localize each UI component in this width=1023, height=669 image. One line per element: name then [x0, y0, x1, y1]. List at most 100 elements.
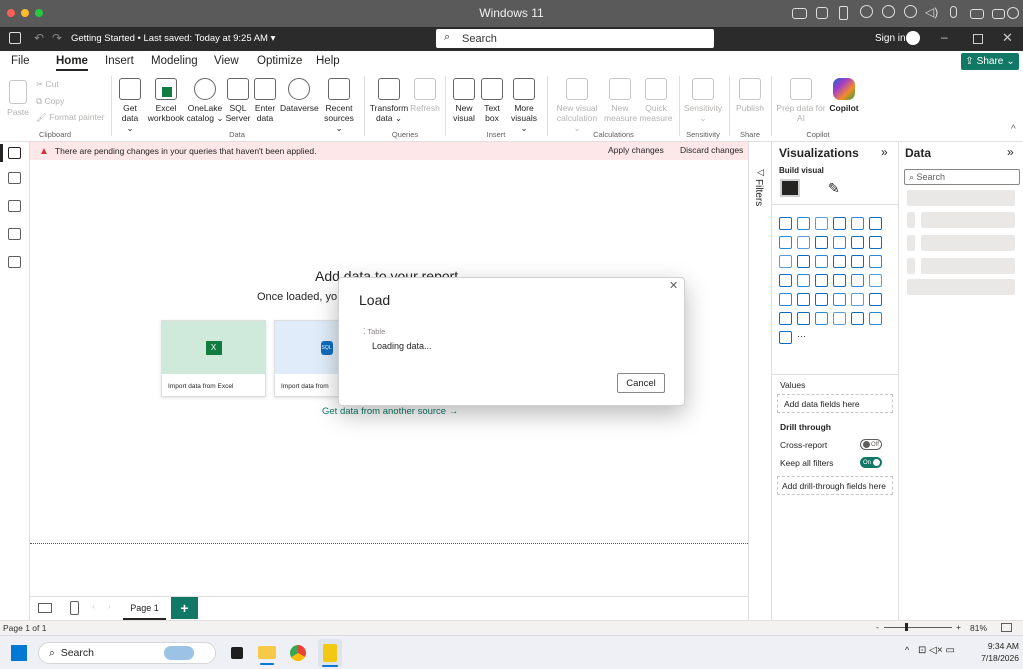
onelake-catalog-button[interactable]: OneLake catalog ⌄ [186, 78, 224, 123]
keyboard-icon[interactable] [792, 8, 807, 19]
visual-type-icon[interactable] [779, 274, 792, 287]
data-search-input[interactable]: ⌕ Search [904, 169, 1020, 185]
network-icon[interactable] [882, 5, 895, 18]
display-icon[interactable] [992, 9, 1005, 19]
more-visuals-button[interactable]: More visuals ⌄ [507, 78, 541, 133]
fit-to-page-icon[interactable] [1001, 623, 1012, 632]
more-visuals-icon[interactable]: ··· [797, 331, 810, 344]
visual-type-icon[interactable] [815, 312, 828, 325]
visual-type-icon[interactable] [833, 236, 846, 249]
cross-report-toggle[interactable]: Off [860, 439, 882, 450]
recent-sources-button[interactable]: Recent sources ⌄ [322, 78, 356, 133]
tmdl-view-icon[interactable] [8, 256, 21, 268]
prep-data-for-ai-button[interactable]: Prep data for AI [776, 78, 826, 123]
paste-button[interactable]: Paste [6, 80, 30, 117]
clock-date[interactable]: 7/18/2026 [968, 653, 1019, 663]
next-page-icon[interactable]: › [108, 602, 111, 611]
prev-page-icon[interactable]: ‹ [92, 602, 95, 611]
values-drop-zone[interactable]: Add data fields here [777, 394, 893, 413]
file-title-menu[interactable]: Getting Started • Last saved: Today at 9… [71, 33, 275, 44]
get-data-another-source-link[interactable]: Get data from another source → [322, 406, 458, 417]
visual-type-icon[interactable] [815, 293, 828, 306]
visual-type-icon[interactable] [797, 274, 810, 287]
clock-time[interactable]: 9:34 AM [975, 641, 1019, 651]
visual-type-icon[interactable] [851, 293, 864, 306]
sql-server-button[interactable]: SQL Server [225, 78, 251, 123]
enter-data-button[interactable]: Enter data [253, 78, 277, 123]
get-data-button[interactable]: Get data ⌄ [117, 78, 143, 133]
dataverse-button[interactable]: Dataverse [280, 78, 319, 113]
windows-start-icon[interactable] [11, 645, 27, 661]
import-excel-card[interactable]: X Import data from Excel [161, 320, 266, 397]
visual-type-icon[interactable] [833, 293, 846, 306]
copilot-button[interactable]: Copilot [828, 78, 860, 113]
visual-type-icon[interactable] [797, 312, 810, 325]
visual-type-icon[interactable] [833, 312, 846, 325]
tab-file[interactable]: File [11, 55, 30, 67]
discard-changes-button[interactable]: Discard changes [680, 145, 743, 155]
visual-type-icon[interactable] [815, 274, 828, 287]
build-visual-tab-icon[interactable] [780, 179, 800, 197]
save-icon[interactable] [9, 32, 21, 44]
speaker-icon[interactable]: ◁) [925, 5, 938, 19]
visual-type-icon[interactable] [779, 331, 792, 344]
visual-type-icon[interactable] [869, 236, 882, 249]
quick-measure-button[interactable]: Quick measure [638, 78, 674, 123]
redo-icon[interactable]: ↷ [52, 31, 62, 45]
visual-type-icon[interactable] [851, 255, 864, 268]
visual-type-icon[interactable] [815, 217, 828, 230]
zoom-out-button[interactable]: - [876, 622, 879, 632]
usb-icon[interactable] [839, 6, 848, 20]
visual-type-icon[interactable] [869, 293, 882, 306]
tab-modeling[interactable]: Modeling [151, 55, 198, 67]
tray-chevron-icon[interactable]: ^ [905, 645, 909, 655]
avatar-icon[interactable] [906, 31, 920, 45]
publish-button[interactable]: Publish [733, 78, 767, 113]
apply-changes-button[interactable]: Apply changes [608, 145, 664, 155]
format-painter-button[interactable]: 🖌 Format painter [36, 112, 104, 122]
visual-type-icon[interactable] [779, 312, 792, 325]
expand-filters-icon[interactable]: ◁ [757, 167, 764, 178]
file-explorer-icon[interactable] [258, 646, 276, 659]
refresh-button[interactable]: Refresh [410, 78, 440, 113]
visual-type-icon[interactable] [815, 255, 828, 268]
visual-type-icon[interactable] [797, 255, 810, 268]
visual-type-icon[interactable] [851, 312, 864, 325]
model-view-icon[interactable] [8, 200, 21, 212]
printer-icon[interactable] [970, 9, 984, 19]
sign-in-link[interactable]: Sign in [875, 33, 906, 44]
search-input[interactable]: ⌕ Search [436, 29, 714, 48]
tab-home[interactable]: Home [56, 55, 88, 71]
undo-icon[interactable]: ↶ [34, 31, 44, 45]
collapse-data-icon[interactable]: » [1007, 145, 1014, 159]
task-view-icon[interactable] [231, 647, 243, 659]
cut-button[interactable]: ✂ Cut [36, 79, 59, 89]
visual-type-icon[interactable] [851, 236, 864, 249]
tab-insert[interactable]: Insert [105, 55, 134, 67]
new-visual-button[interactable]: New visual [451, 78, 477, 123]
cpu-icon[interactable] [816, 7, 828, 19]
visual-type-icon[interactable] [779, 293, 792, 306]
network-icon[interactable]: ⊡ ◁× ▭ [918, 645, 955, 656]
tab-help[interactable]: Help [316, 55, 340, 67]
visual-type-icon[interactable] [779, 255, 792, 268]
zoom-slider-track[interactable] [884, 627, 952, 628]
keep-filters-toggle[interactable]: On [860, 457, 882, 468]
chrome-icon[interactable] [290, 645, 306, 661]
mobile-layout-icon[interactable] [70, 601, 79, 615]
visual-type-icon[interactable] [779, 217, 792, 230]
microphone-icon[interactable] [950, 6, 957, 18]
visual-type-icon[interactable] [869, 217, 882, 230]
text-box-button[interactable]: Text box [480, 78, 504, 123]
collapse-ribbon-icon[interactable]: ^ [1011, 124, 1016, 135]
visual-type-icon[interactable] [797, 217, 810, 230]
zoom-slider-thumb[interactable] [905, 623, 908, 631]
visual-type-icon[interactable] [797, 236, 810, 249]
tab-view[interactable]: View [214, 55, 239, 67]
filters-pane-collapsed[interactable]: ◁ Filters [748, 142, 771, 620]
tab-optimize[interactable]: Optimize [257, 55, 302, 67]
visual-type-icon[interactable] [797, 293, 810, 306]
visual-type-icon[interactable] [869, 255, 882, 268]
visual-type-icon[interactable] [869, 274, 882, 287]
visual-type-icon[interactable] [779, 236, 792, 249]
